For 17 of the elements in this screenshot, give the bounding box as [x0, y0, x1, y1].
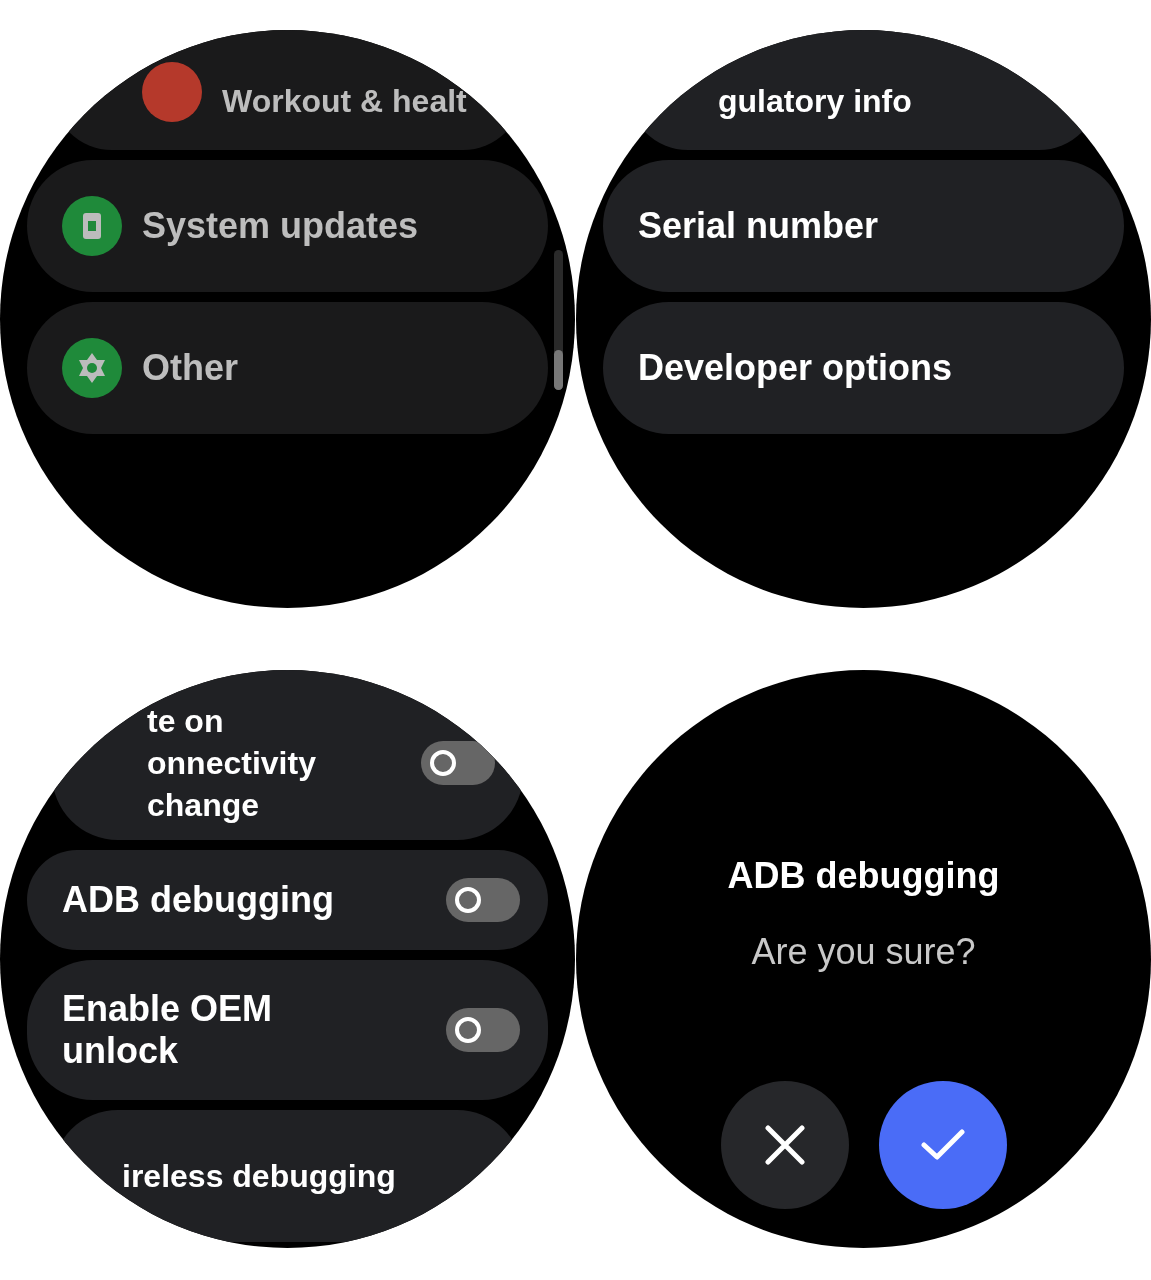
list-item[interactable]: ADB debugging	[27, 850, 548, 950]
close-icon	[764, 1125, 805, 1165]
check-icon	[920, 1129, 965, 1161]
gear-icon	[62, 338, 122, 398]
dialog-message: Are you sure?	[751, 931, 976, 973]
toggle-switch[interactable]	[446, 1008, 520, 1052]
list-item[interactable]: Other	[27, 302, 548, 434]
list-item[interactable]: System updates	[27, 160, 548, 292]
toggle-switch[interactable]	[446, 878, 520, 922]
dialog-title: ADB debugging	[727, 855, 1000, 897]
toggle-switch[interactable]	[421, 741, 495, 785]
dot-icon	[142, 62, 202, 122]
list-item[interactable]: Serial number	[603, 160, 1124, 292]
list-item[interactable]: Enable OEM unlock	[27, 960, 548, 1100]
list-item[interactable]: te on onnectivity change	[52, 670, 523, 840]
list-item[interactable]: Developer options	[603, 302, 1124, 434]
phone-icon	[62, 196, 122, 256]
